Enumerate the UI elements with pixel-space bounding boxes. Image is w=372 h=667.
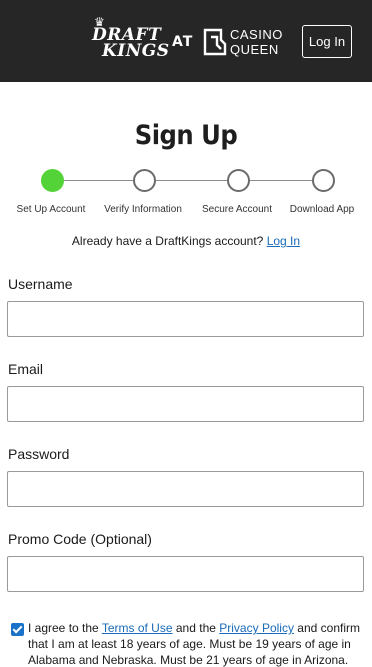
draftkings-logo[interactable]: ♛ DRAFT KINGS [88,16,169,60]
terms-text-1: I agree to the [28,621,99,635]
existing-account-login-link[interactable]: Log In [267,234,300,248]
step-dot-verify-information [133,169,156,192]
step-dot-download-app [312,169,335,192]
casino-queen-logo: CASINO QUEEN [202,27,288,59]
step-dot-set-up-account [41,169,64,192]
existing-account-prompt: Already have a DraftKings account? Log I… [0,234,372,248]
email-input[interactable] [7,386,364,422]
username-input[interactable] [7,301,364,337]
promo-code-input[interactable] [7,556,364,592]
email-label: Email [8,361,44,377]
existing-account-text: Already have a DraftKings account? [71,234,264,248]
terms-of-use-link[interactable]: Terms of Use [102,621,173,635]
casino-queen-mark-icon [203,28,227,56]
step-label-download-app: Download App [289,204,355,215]
promo-code-label: Promo Code (Optional) [8,531,152,547]
step-dot-secure-account [227,169,250,192]
step-label-set-up-account: Set Up Account [16,204,86,215]
username-label: Username [8,276,73,292]
partner-line-2: QUEEN [230,42,279,57]
terms-agreement: I agree to the Terms of Use and the Priv… [11,620,366,667]
stepper-line [52,180,323,181]
terms-agreement-text: I agree to the Terms of Use and the Priv… [28,620,366,667]
signup-stepper: Set Up Account Verify Information Secure… [0,168,372,220]
step-label-secure-account: Secure Account [201,204,273,215]
top-header: ♛ DRAFT KINGS AT CASINO QUEEN Log In [0,0,372,82]
terms-checkbox[interactable] [11,623,24,636]
privacy-policy-link[interactable]: Privacy Policy [219,621,294,635]
terms-text-2: and the [175,621,216,635]
password-input[interactable] [7,471,364,507]
logo-line-2: KINGS [102,41,170,61]
header-login-button[interactable]: Log In [302,25,352,58]
password-label: Password [8,446,70,462]
page-title: Sign Up [134,120,238,151]
partner-line-1: CASINO [230,27,283,42]
step-label-verify-information: Verify Information [104,204,182,215]
logo-at-text: AT [172,34,194,50]
